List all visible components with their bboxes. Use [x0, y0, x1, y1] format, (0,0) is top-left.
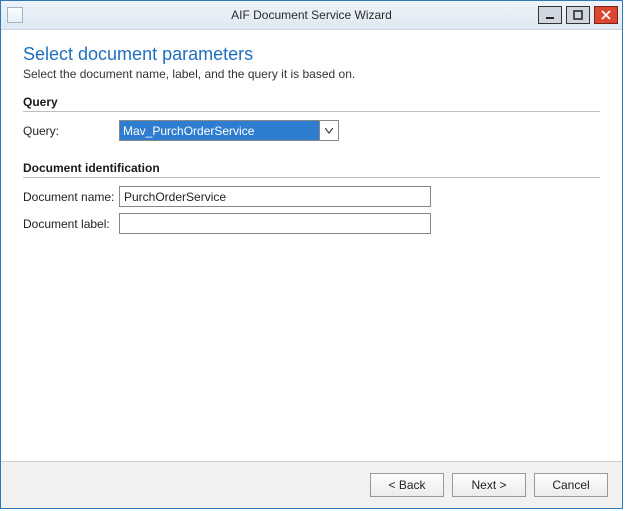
app-icon: [7, 7, 23, 23]
close-icon: [601, 10, 611, 20]
maximize-icon: [573, 10, 583, 20]
wizard-content: Select document parameters Select the do…: [1, 30, 622, 461]
close-button[interactable]: [594, 6, 618, 24]
wizard-window: AIF Document Service Wizard Select docum…: [0, 0, 623, 509]
query-dropdown-button[interactable]: [319, 121, 338, 140]
query-combobox[interactable]: [119, 120, 339, 141]
section-header-query: Query: [23, 95, 600, 112]
query-label: Query:: [23, 124, 119, 138]
doc-name-label: Document name:: [23, 190, 119, 204]
doc-name-input[interactable]: [119, 186, 431, 207]
back-button[interactable]: < Back: [370, 473, 444, 497]
doc-name-row: Document name:: [23, 186, 600, 207]
titlebar: AIF Document Service Wizard: [1, 1, 622, 30]
doc-label-row: Document label:: [23, 213, 600, 234]
next-button[interactable]: Next >: [452, 473, 526, 497]
page-subtitle: Select the document name, label, and the…: [23, 67, 600, 81]
maximize-button[interactable]: [566, 6, 590, 24]
window-title: AIF Document Service Wizard: [1, 8, 622, 22]
minimize-button[interactable]: [538, 6, 562, 24]
window-controls: [538, 6, 622, 24]
query-row: Query:: [23, 120, 600, 141]
minimize-icon: [545, 10, 555, 20]
query-input[interactable]: [120, 121, 319, 140]
wizard-footer: < Back Next > Cancel: [1, 461, 622, 508]
chevron-down-icon: [325, 128, 333, 134]
doc-label-label: Document label:: [23, 217, 119, 231]
page-title: Select document parameters: [23, 44, 600, 65]
doc-label-input[interactable]: [119, 213, 431, 234]
section-header-doc-id: Document identification: [23, 161, 600, 178]
cancel-button[interactable]: Cancel: [534, 473, 608, 497]
